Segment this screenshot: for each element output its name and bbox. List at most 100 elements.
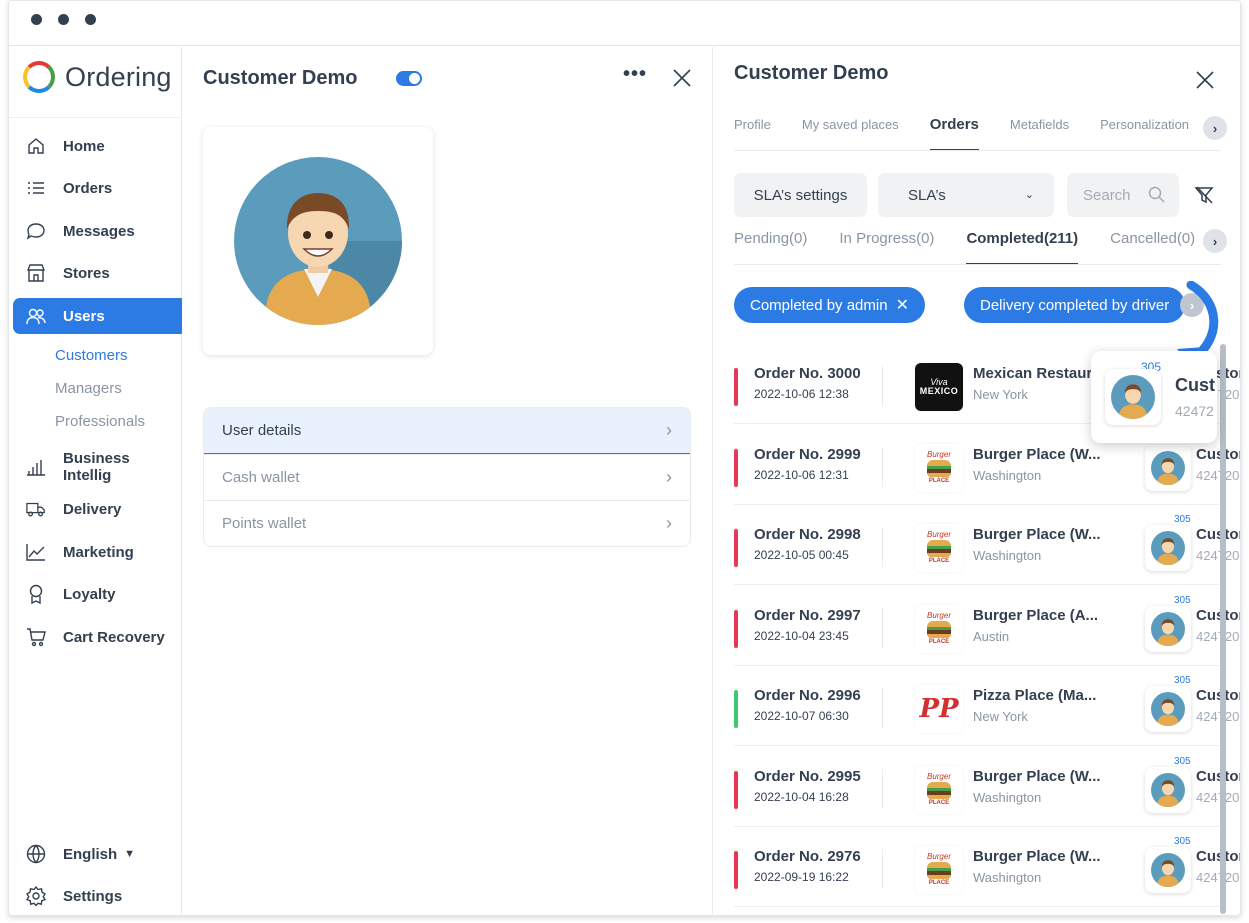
chip-completed-by-admin[interactable]: Completed by admin ✕	[734, 287, 925, 323]
tab-cancelled[interactable]: Cancelled(0)	[1110, 223, 1195, 264]
order-row[interactable]: Order No. 2995 2022-10-04 16:28 Burger PLAC…	[734, 747, 1240, 827]
customer-phone: 4247200	[1196, 467, 1240, 483]
customer-avatar[interactable]	[1145, 605, 1191, 652]
panel-title: Customer Demo	[203, 67, 358, 89]
order-row[interactable]: Order No. 2996 2022-10-07 06:30 PP Pizza Pl…	[734, 666, 1240, 746]
close-icon[interactable]: ✕	[896, 295, 909, 315]
sidebar-item-label: Cart Recovery	[63, 628, 165, 646]
tab-pending[interactable]: Pending(0)	[734, 223, 807, 264]
sidebar-subitem-customers[interactable]: Customers	[55, 347, 128, 364]
sidebar-item-settings[interactable]: Settings	[13, 878, 182, 914]
sidebar-item-label: Home	[63, 137, 105, 155]
sidebar-item-loyalty[interactable]: Loyalty	[13, 576, 182, 612]
filter-off-icon[interactable]	[1194, 185, 1214, 205]
order-status-indicator	[734, 770, 738, 809]
order-status-indicator	[734, 690, 738, 728]
profile-tabs: Profile My saved places Orders Metafield…	[734, 117, 1221, 151]
status-tabs-scroll-right-button[interactable]: ›	[1203, 229, 1227, 253]
tabs-scroll-right-button[interactable]: ›	[1203, 116, 1227, 140]
customer-avatar[interactable]	[1145, 766, 1191, 813]
customer-phone: 4247200	[1196, 628, 1240, 644]
line-chart-icon	[26, 542, 46, 562]
order-number: Order No. 2997	[754, 606, 861, 624]
customer-avatar[interactable]	[1145, 444, 1191, 491]
sidebar-item-messages[interactable]: Messages	[13, 213, 182, 249]
window-dot-1	[31, 14, 42, 25]
home-icon	[26, 136, 46, 156]
sidebar-item-delivery[interactable]: Delivery	[13, 491, 182, 527]
sidebar-item-label: Delivery	[63, 500, 122, 518]
chip-delivery-completed-by-driver[interactable]: Delivery completed by driver	[964, 287, 1186, 323]
sidebar-item-users[interactable]: Users	[13, 298, 182, 334]
customer-orders-panel: Customer Demo Profile My saved places Or…	[714, 47, 1240, 915]
order-number: Order No. 2995	[754, 767, 861, 785]
customer-phone: 4247200	[1196, 548, 1240, 563]
sidebar: Ordering Home Orders Messages Stores Use…	[9, 47, 182, 915]
customer-menu: User details › Cash wallet › Points wall…	[203, 407, 691, 547]
chevron-right-icon: ›	[666, 420, 672, 440]
order-row[interactable]: Order No. 2997 2022-10-04 23:45 Burger PLAC…	[734, 586, 1240, 666]
tab-saved-places[interactable]: My saved places	[802, 117, 899, 150]
order-status-tabs: Pending(0) In Progress(0) Completed(211)…	[734, 223, 1221, 265]
order-row[interactable]: Order No. 2976 2022-09-19 16:22 Burger PLAC…	[734, 827, 1240, 907]
store-name: Burger Place (W...	[973, 526, 1101, 543]
brand-logo[interactable]: Ordering	[23, 61, 172, 93]
sidebar-subitem-professionals[interactable]: Professionals	[55, 413, 145, 430]
tab-personalization[interactable]: Personalization	[1100, 117, 1189, 150]
menu-cash-wallet[interactable]: Cash wallet ›	[204, 454, 690, 500]
tab-profile[interactable]: Profile	[734, 117, 771, 150]
tab-orders[interactable]: Orders	[929, 117, 979, 150]
sidebar-item-stores[interactable]: Stores	[13, 255, 182, 291]
customer-phone: 4247200	[1196, 870, 1240, 885]
divider	[882, 607, 883, 648]
customer-badge: 305	[1174, 675, 1191, 686]
customer-phone: 42472	[1175, 403, 1214, 419]
customer-avatar[interactable]	[1145, 847, 1191, 893]
order-number: Order No. 2998	[754, 526, 861, 543]
scrollbar[interactable]	[1220, 344, 1226, 914]
store-logo: Burger PLACE	[915, 846, 963, 894]
sidebar-item-label: Business Intellig	[63, 450, 130, 484]
caret-down-icon: ▼	[124, 848, 136, 860]
menu-label: Cash wallet	[222, 469, 300, 486]
order-row[interactable]: Order No. 2998 2022-10-05 00:45 Burger PLAC…	[734, 505, 1240, 585]
sidebar-subitem-managers[interactable]: Managers	[55, 380, 122, 397]
truck-icon	[26, 499, 46, 519]
customer-avatar[interactable]	[1145, 686, 1191, 732]
sla-settings-button[interactable]: SLA’s settings	[734, 173, 867, 217]
sidebar-item-home[interactable]: Home	[13, 128, 182, 164]
customer-avatar[interactable]	[1145, 525, 1191, 571]
order-status-indicator	[734, 448, 738, 487]
sidebar-item-business-intelligence[interactable]: Business Intellig	[13, 449, 182, 485]
search-placeholder: Search	[1083, 186, 1131, 204]
customer-name: Customer Demo	[1196, 687, 1240, 704]
language-selector[interactable]: English ▼	[13, 836, 182, 872]
sidebar-item-cart-recovery[interactable]: Cart Recovery	[13, 619, 182, 655]
search-input[interactable]: Search	[1067, 173, 1179, 217]
customer-badge: 305	[1174, 836, 1191, 847]
close-icon[interactable]	[671, 67, 693, 89]
customer-name: Cust	[1175, 375, 1215, 395]
sidebar-item-label: Messages	[63, 222, 135, 240]
menu-points-wallet[interactable]: Points wallet ›	[204, 500, 690, 546]
store-logo: Burger PLACE	[915, 765, 963, 814]
store-name: Burger Place (W...	[973, 848, 1101, 865]
sla-select[interactable]: SLA’s ⌄	[878, 173, 1054, 217]
sidebar-item-label: Marketing	[63, 543, 134, 561]
customer-enabled-toggle[interactable]	[396, 71, 422, 86]
sidebar-item-orders[interactable]: Orders	[13, 170, 182, 206]
gear-icon	[26, 886, 46, 906]
customer-avatar[interactable]	[1105, 369, 1161, 425]
store-name: Burger Place (A...	[973, 606, 1099, 624]
menu-user-details[interactable]: User details ›	[204, 408, 690, 454]
order-date: 2022-09-19 16:22	[754, 870, 849, 884]
tab-completed[interactable]: Completed(211)	[966, 223, 1079, 264]
panel-title: Customer Demo	[734, 62, 889, 84]
menu-label: User details	[222, 422, 302, 439]
tab-metafields[interactable]: Metafields	[1010, 117, 1069, 150]
more-options-button[interactable]: •••	[623, 63, 647, 86]
sidebar-item-marketing[interactable]: Marketing	[13, 534, 182, 570]
sidebar-item-label: Loyalty	[63, 585, 116, 603]
tab-in-progress[interactable]: In Progress(0)	[839, 223, 934, 264]
close-icon[interactable]	[1194, 69, 1216, 91]
